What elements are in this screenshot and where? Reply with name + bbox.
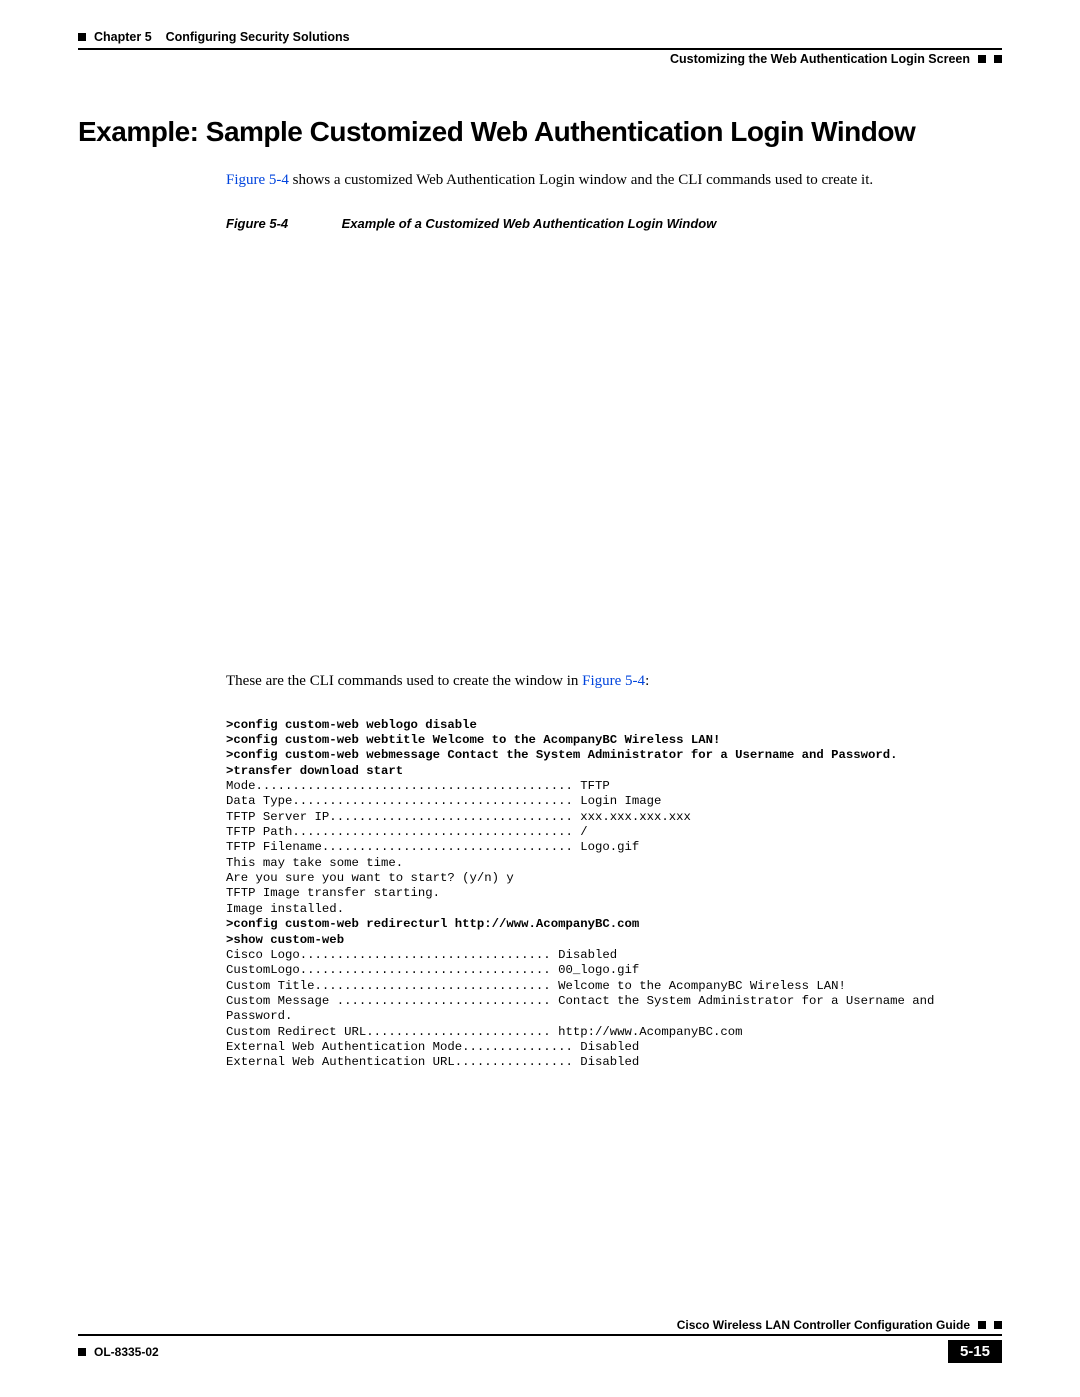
footer-doc-id: OL-8335-02 [94,1345,159,1359]
square-bullet-icon [78,1348,86,1356]
cli-output: Custom Message .........................… [226,994,942,1023]
section-title: Customizing the Web Authentication Login… [670,52,970,66]
page-heading: Example: Sample Customized Web Authentic… [78,116,1002,148]
cli-output: Data Type...............................… [226,794,661,808]
cli-output: TFTP Image transfer starting. [226,886,440,900]
chapter-label: Chapter 5 [94,30,152,44]
cli-command: >show custom-web [226,933,344,947]
header-left: Chapter 5 Configuring Security Solutions [78,30,350,44]
intro-text: shows a customized Web Authentication Lo… [289,172,873,188]
cli-output: Mode....................................… [226,779,610,793]
page-number: 5-15 [948,1340,1002,1363]
cli-intro-paragraph: These are the CLI commands used to creat… [226,671,1002,691]
square-bullet-icon [978,55,986,63]
chapter-title: Configuring Security Solutions [166,30,350,44]
figure-caption: Figure 5-4 Example of a Customized Web A… [226,216,1002,231]
cli-output: TFTP Filename...........................… [226,840,639,854]
footer-guide-title: Cisco Wireless LAN Controller Configurat… [677,1318,970,1332]
figure-link[interactable]: Figure 5-4 [226,172,289,188]
figure-link[interactable]: Figure 5-4 [582,673,645,689]
cli-command: >transfer download start [226,764,403,778]
cli-output: Custom Title............................… [226,979,846,993]
square-bullet-icon [994,55,1002,63]
square-bullet-icon [978,1321,986,1329]
cli-output: External Web Authentication Mode........… [226,1040,639,1054]
header-right: Customizing the Web Authentication Login… [670,52,1002,66]
cli-command: >config custom-web webmessage Contact th… [226,748,898,762]
cli-intro-before: These are the CLI commands used to creat… [226,673,582,689]
cli-output: TFTP Server IP..........................… [226,810,691,824]
cli-output: Are you sure you want to start? (y/n) y [226,871,514,885]
cli-output: This may take some time. [226,856,403,870]
cli-command: >config custom-web webtitle Welcome to t… [226,733,720,747]
intro-paragraph: Figure 5-4 shows a customized Web Authen… [226,170,1002,190]
cli-output: Custom Redirect URL.....................… [226,1025,743,1039]
cli-output: Image installed. [226,902,344,916]
cli-block: >config custom-web weblogo disable >conf… [226,718,1002,1071]
figure-label: Figure 5-4 [226,216,338,231]
cli-output: TFTP Path...............................… [226,825,588,839]
cli-intro-after: : [645,673,649,689]
cli-output: Cisco Logo..............................… [226,948,617,962]
square-bullet-icon [78,33,86,41]
cli-command: >config custom-web redirecturl http://ww… [226,917,639,931]
footer-rule [78,1334,1002,1336]
cli-command: >config custom-web weblogo disable [226,718,477,732]
figure-caption-text: Example of a Customized Web Authenticati… [342,216,717,231]
square-bullet-icon [994,1321,1002,1329]
cli-output: CustomLogo..............................… [226,963,639,977]
cli-output: External Web Authentication URL.........… [226,1055,639,1069]
